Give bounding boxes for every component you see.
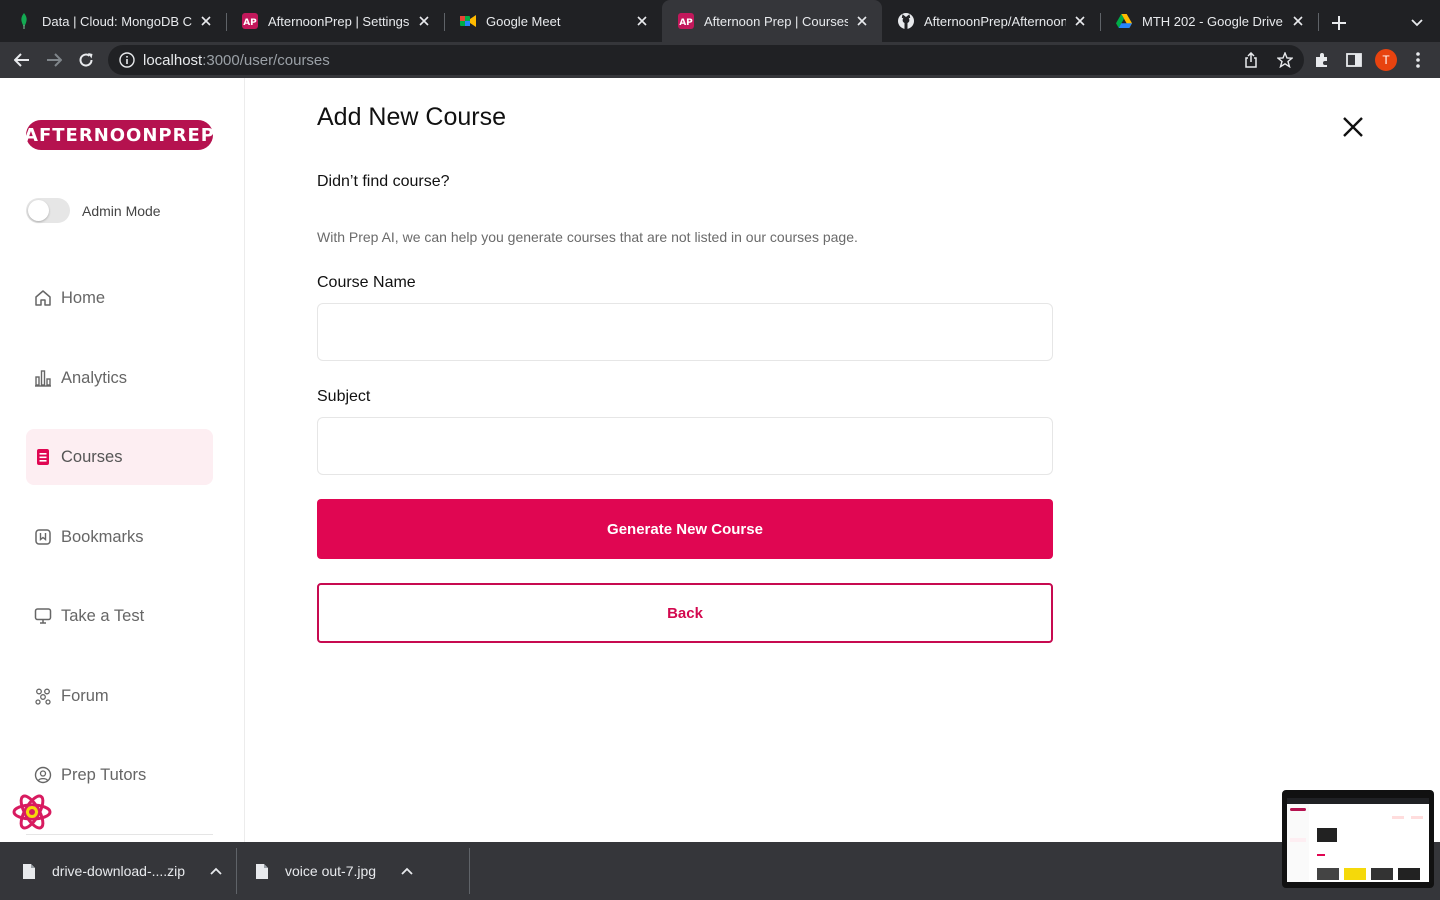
file-icon [255, 863, 269, 879]
download-filename: voice out-7.jpg [285, 863, 377, 879]
course-name-label: Course Name [317, 274, 416, 291]
browser-tab[interactable]: MTH 202 - Google Drive [1100, 0, 1318, 42]
address-bar[interactable]: localhost:3000/user/courses [108, 45, 1304, 75]
download-item[interactable]: voice out-7.jpg [233, 842, 469, 900]
screenshot-thumbnail[interactable] [1282, 790, 1434, 888]
sidebar-item-label: Courses [61, 447, 123, 466]
close-tab-icon[interactable] [634, 13, 650, 29]
kebab-menu-icon[interactable] [1406, 48, 1430, 72]
tab-title: AfternoonPrep | Settings [268, 13, 410, 29]
tab-separator [1318, 13, 1319, 31]
courses-icon [34, 448, 52, 466]
sidebar-item-label: Home [61, 288, 106, 307]
browser-tab[interactable]: AP AfternoonPrep | Settings [226, 0, 444, 42]
back-arrow-icon[interactable] [10, 48, 34, 72]
page-title: Add New Course [317, 103, 506, 131]
subject-label: Subject [317, 388, 371, 405]
sidebar-item-bookmarks[interactable]: Bookmarks [26, 509, 213, 565]
reload-icon[interactable] [74, 48, 98, 72]
browser-tab-active[interactable]: AP Afternoon Prep | Courses [662, 0, 882, 42]
sidebar-item-label: Bookmarks [61, 527, 144, 546]
url-text: localhost:3000/user/courses [143, 52, 330, 69]
course-name-input[interactable] [317, 303, 1053, 361]
side-panel-icon[interactable] [1342, 48, 1366, 72]
sidebar-item-home[interactable]: Home [26, 270, 213, 326]
mongodb-leaf-icon [16, 13, 32, 29]
profile-avatar[interactable]: T [1375, 49, 1397, 71]
bookmark-star-icon[interactable] [1276, 51, 1294, 69]
browser-tab[interactable]: AfternoonPrep/AfternoonPr [882, 0, 1100, 42]
sidebar-item-label: Take a Test [61, 606, 145, 625]
admin-mode-toggle[interactable] [26, 198, 70, 223]
share-icon[interactable] [1242, 51, 1260, 69]
browser-tab[interactable]: Data | Cloud: MongoDB Clo [0, 0, 226, 42]
downloads-shelf: drive-download-....zip voice out-7.jpg [0, 842, 1440, 900]
site-info-icon[interactable] [119, 52, 135, 68]
google-meet-icon [460, 13, 476, 29]
close-icon[interactable] [1340, 114, 1366, 140]
svg-text:AP: AP [243, 18, 257, 28]
thumbnail-preview-image [1287, 798, 1429, 882]
sidebar-item-forum[interactable]: Forum [26, 668, 213, 724]
bookmarks-icon [34, 528, 52, 546]
extensions-puzzle-icon[interactable] [1310, 48, 1334, 72]
sidebar-item-label: Analytics [61, 368, 128, 387]
sidebar-item-label: Forum [61, 686, 109, 705]
browser-toolbar: localhost:3000/user/courses T [0, 42, 1440, 78]
url-host: localhost [143, 51, 203, 69]
download-filename: drive-download-....zip [52, 863, 186, 879]
section-subtitle: Didn’t find course? [317, 173, 450, 190]
new-tab-icon[interactable] [1328, 12, 1350, 34]
close-tab-icon[interactable] [1290, 13, 1306, 29]
file-icon [22, 863, 36, 879]
sidebar: AFTERNOONPREP Admin Mode Home Analytics … [0, 78, 245, 842]
afternoonprep-icon: AP [242, 13, 258, 29]
generate-new-course-button[interactable]: Generate New Course [317, 499, 1053, 559]
forward-arrow-icon[interactable] [42, 48, 66, 72]
url-path: :3000/user/courses [202, 51, 330, 69]
admin-mode-control: Admin Mode [26, 198, 161, 223]
sidebar-item-analytics[interactable]: Analytics [26, 350, 213, 406]
afternoonprep-logo[interactable]: AFTERNOONPREP [24, 120, 214, 150]
close-tab-icon[interactable] [854, 13, 870, 29]
admin-mode-label: Admin Mode [82, 202, 161, 219]
svg-text:AP: AP [679, 18, 693, 28]
close-tab-icon[interactable] [416, 13, 432, 29]
tab-title: AfternoonPrep/AfternoonPr [924, 13, 1066, 29]
afternoonprep-icon: AP [678, 13, 694, 29]
test-monitor-icon [34, 607, 52, 625]
google-drive-icon [1116, 13, 1132, 29]
tutors-icon [34, 766, 52, 784]
close-tab-icon[interactable] [198, 13, 214, 29]
tab-title: MTH 202 - Google Drive [1142, 13, 1283, 29]
description-text: With Prep AI, we can help you generate c… [317, 229, 858, 245]
sidebar-item-label: Prep Tutors [61, 765, 147, 784]
github-icon [898, 13, 914, 29]
browser-tab[interactable]: Google Meet [444, 0, 662, 42]
tab-title: Data | Cloud: MongoDB Clo [42, 13, 192, 29]
react-devtools-icon[interactable] [12, 792, 52, 832]
tab-search-chevron-icon[interactable] [1408, 14, 1426, 32]
subject-input[interactable] [317, 417, 1053, 475]
back-button[interactable]: Back [317, 583, 1053, 643]
download-separator [469, 848, 470, 894]
download-item[interactable]: drive-download-....zip [0, 842, 236, 900]
sidebar-item-take-a-test[interactable]: Take a Test [26, 588, 213, 644]
sidebar-item-courses[interactable]: Courses [26, 429, 213, 485]
sidebar-item-prep-tutors[interactable]: Prep Tutors [26, 747, 213, 803]
home-icon [34, 289, 52, 307]
close-tab-icon[interactable] [1072, 13, 1088, 29]
tab-title: Afternoon Prep | Courses [704, 13, 848, 29]
tab-title: Google Meet [486, 13, 561, 29]
page: AFTERNOONPREP Admin Mode Home Analytics … [0, 78, 1440, 842]
toggle-knob [28, 200, 49, 221]
chevron-up-icon[interactable] [209, 864, 223, 878]
chevron-up-icon[interactable] [400, 864, 414, 878]
forum-icon [34, 687, 52, 705]
browser-tab-strip: Data | Cloud: MongoDB Clo AP AfternoonPr… [0, 0, 1440, 42]
sidebar-divider [26, 834, 213, 835]
analytics-icon [34, 369, 52, 387]
